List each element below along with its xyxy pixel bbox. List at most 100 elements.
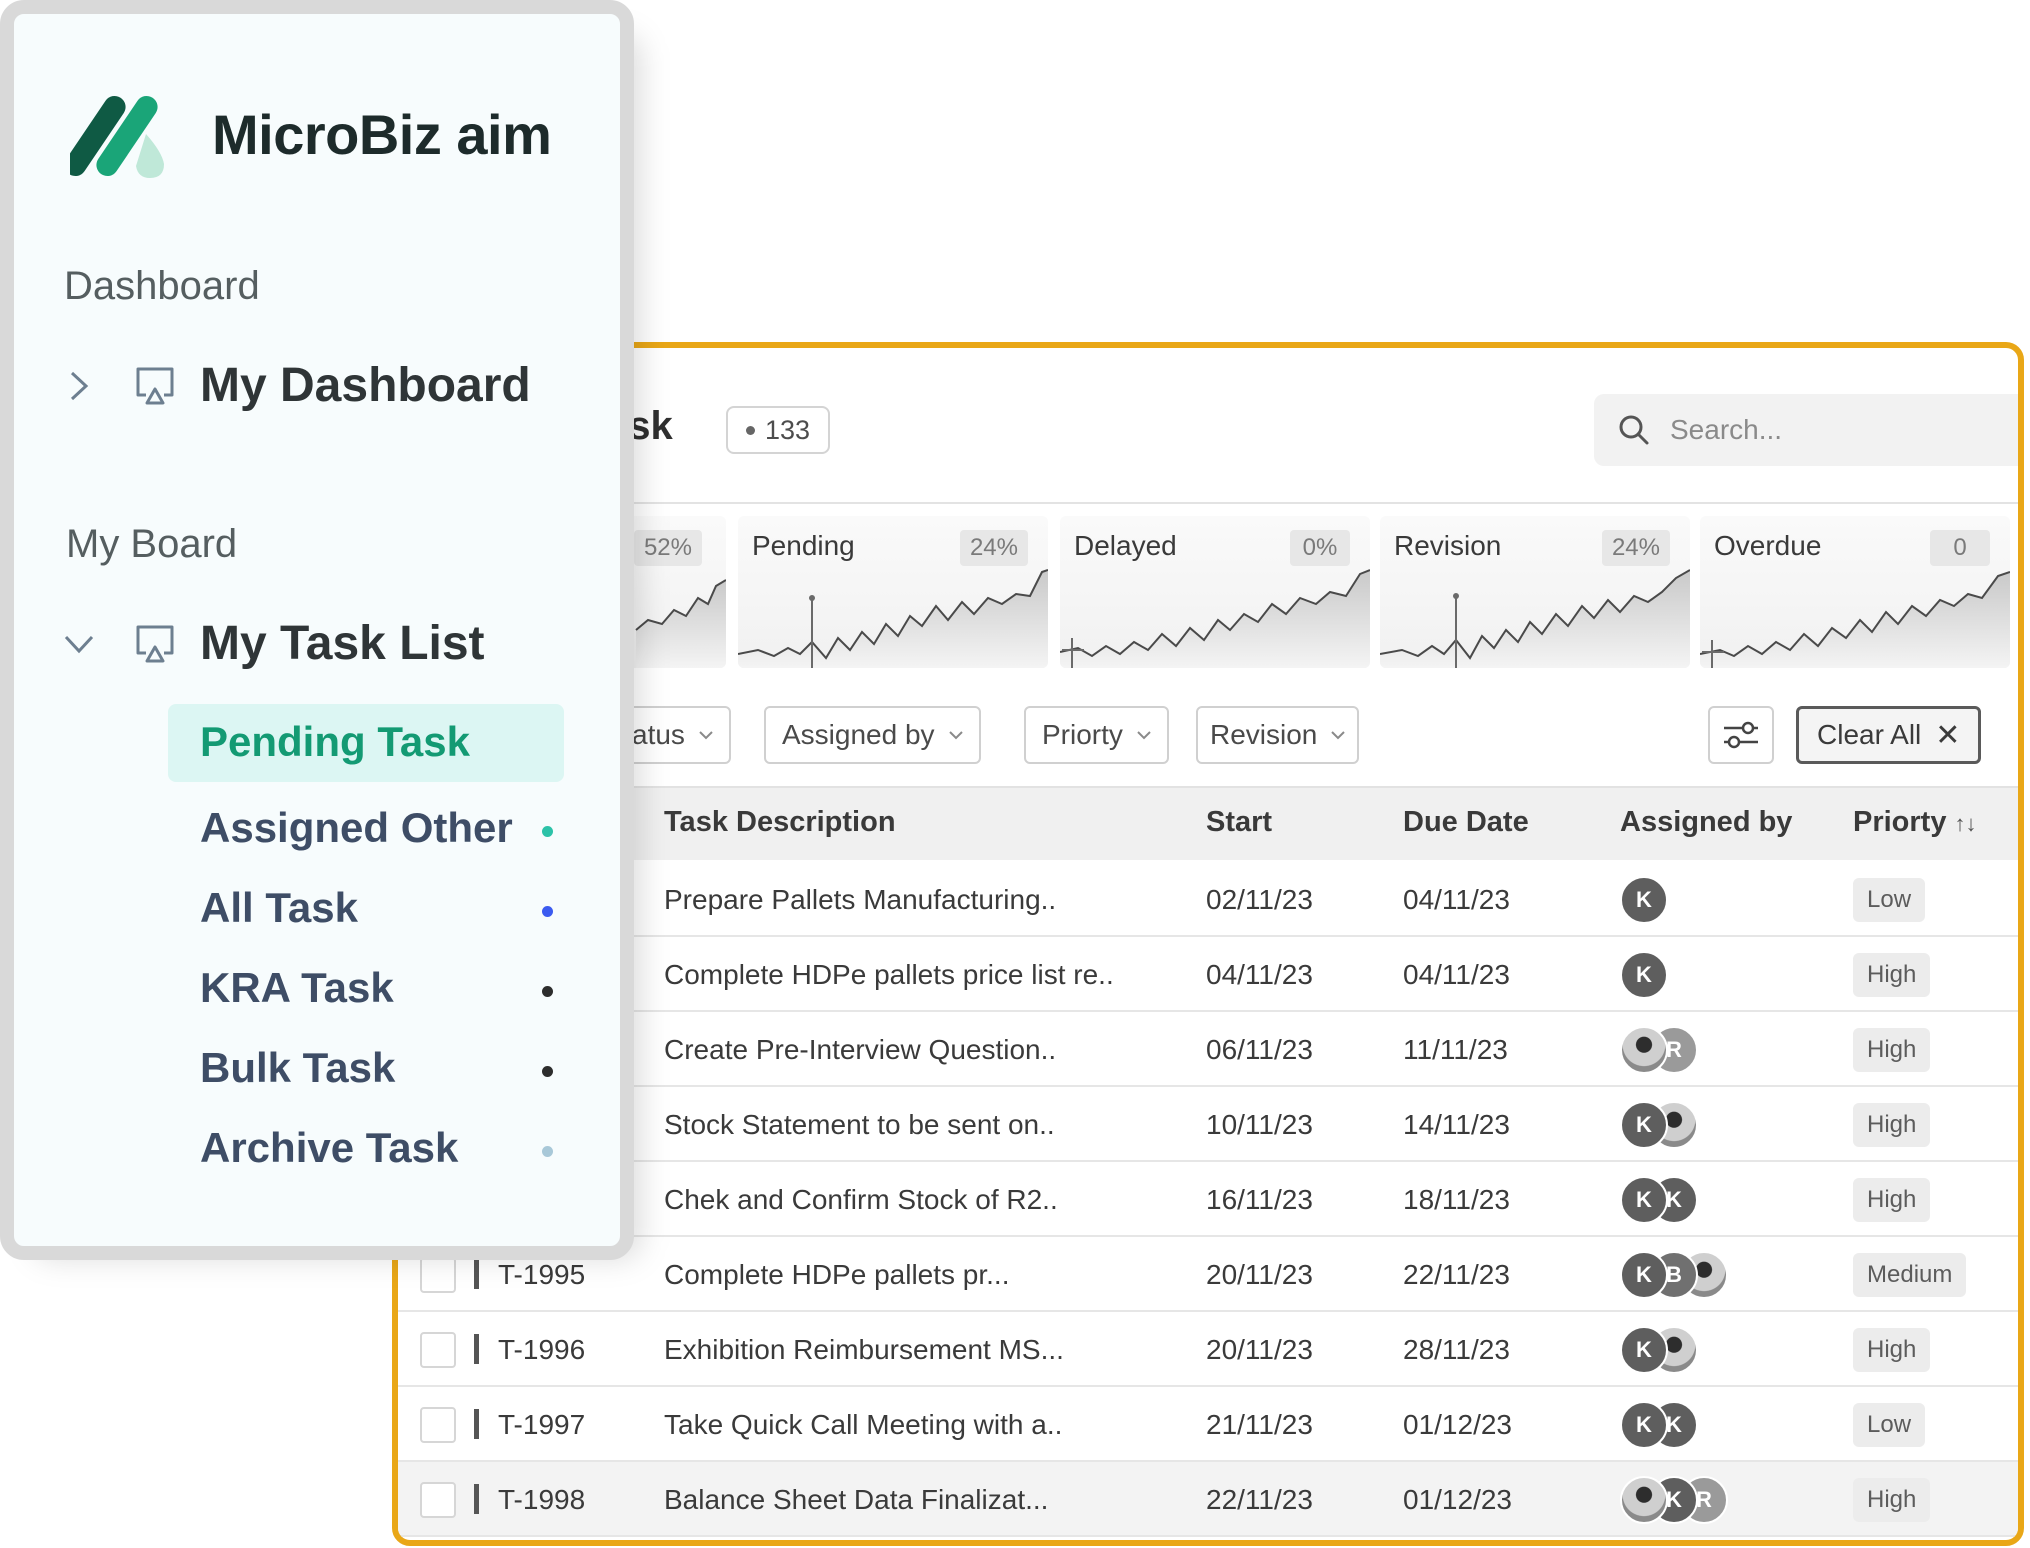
brand-name: MicroBiz aim bbox=[212, 103, 552, 166]
avatar-photo[interactable] bbox=[1620, 1026, 1668, 1074]
sparkline-chart bbox=[1700, 571, 2010, 668]
row-checkbox[interactable] bbox=[420, 1257, 456, 1293]
priority-badge: Low bbox=[1853, 1403, 1926, 1447]
task-id: T-1996 bbox=[498, 1334, 586, 1365]
filter-settings-button[interactable] bbox=[1708, 706, 1774, 764]
due-date: 01/12/23 bbox=[1403, 1484, 1512, 1515]
col-due-date[interactable]: Due Date bbox=[1403, 806, 1529, 839]
due-date: 01/12/23 bbox=[1403, 1409, 1512, 1440]
status-dot-icon bbox=[542, 1066, 553, 1077]
col-task-description[interactable]: Task Description bbox=[664, 806, 896, 839]
stat-card-revision[interactable]: Revision 24% bbox=[1380, 516, 1690, 668]
assignee-avatars[interactable]: R bbox=[1620, 1026, 1698, 1074]
task-description[interactable]: Create Pre-Interview Question.. bbox=[664, 1034, 1056, 1066]
sidebar-item-kra-task[interactable]: KRA Task bbox=[200, 964, 394, 1012]
revision-filter[interactable]: Revision bbox=[1196, 706, 1360, 764]
assignee-avatars[interactable]: K bbox=[1620, 876, 1668, 924]
sort-icon[interactable]: ↑↓ bbox=[1954, 811, 1976, 837]
table-row[interactable]: T-1997 Take Quick Call Meeting with a.. 21… bbox=[398, 1387, 2018, 1462]
task-description[interactable]: Exhibition Reimbursement MS... bbox=[664, 1334, 1064, 1366]
avatar[interactable]: K bbox=[1620, 1101, 1668, 1149]
search-placeholder: Search... bbox=[1670, 414, 1783, 445]
row-status-bar bbox=[474, 1484, 479, 1514]
task-description[interactable]: Take Quick Call Meeting with a.. bbox=[664, 1409, 1062, 1441]
priority-badge: High bbox=[1853, 1478, 1931, 1522]
due-date: 04/11/23 bbox=[1403, 959, 1510, 990]
nav-my-task-list[interactable]: My Task List bbox=[62, 616, 485, 671]
priority-filter-label: Priorty bbox=[1042, 719, 1123, 750]
microbiz-logo-icon bbox=[70, 95, 164, 178]
sparkline-chart bbox=[1380, 569, 1690, 668]
table-row[interactable]: T-1998 Balance Sheet Data Finalizat... 22/… bbox=[398, 1462, 2018, 1537]
sidebar-item-bulk-task[interactable]: Bulk Task bbox=[200, 1044, 395, 1092]
clear-all-button[interactable]: Clear All ✕ bbox=[1796, 706, 1982, 764]
close-icon: ✕ bbox=[1935, 718, 1961, 752]
assignee-avatars[interactable]: KK bbox=[1620, 1401, 1698, 1449]
due-date: 28/11/23 bbox=[1403, 1334, 1510, 1365]
sidebar-item-all-task[interactable]: All Task bbox=[200, 884, 358, 932]
status-dot-icon bbox=[542, 986, 553, 997]
due-date: 11/11/23 bbox=[1403, 1034, 1508, 1065]
row-checkbox[interactable] bbox=[420, 1332, 456, 1368]
task-id: T-1997 bbox=[498, 1409, 586, 1440]
avatar[interactable]: K bbox=[1620, 951, 1668, 999]
due-date: 04/11/23 bbox=[1403, 884, 1510, 915]
stat-card-pending[interactable]: Pending 24% bbox=[738, 516, 1048, 668]
avatar-photo[interactable] bbox=[1620, 1476, 1668, 1524]
task-description[interactable]: Balance Sheet Data Finalizat... bbox=[664, 1484, 1048, 1516]
priority-filter[interactable]: Priorty bbox=[1024, 706, 1169, 764]
chevron-right-icon[interactable] bbox=[62, 369, 96, 403]
avatar[interactable]: K bbox=[1620, 1251, 1668, 1299]
revision-filter-label: Revision bbox=[1210, 719, 1318, 750]
start-date: 02/11/23 bbox=[1206, 884, 1313, 915]
task-description[interactable]: Stock Statement to be sent on.. bbox=[664, 1109, 1055, 1141]
task-id: T-1995 bbox=[498, 1259, 586, 1290]
assigned-by-filter[interactable]: Assigned by bbox=[764, 706, 981, 764]
assignee-avatars[interactable]: KB bbox=[1620, 1251, 1728, 1299]
table-row[interactable]: T-1995 Complete HDPe pallets pr... 20/11/2… bbox=[398, 1237, 2018, 1312]
stat-card-overdue[interactable]: Overdue 0 bbox=[1700, 516, 2010, 668]
avatar[interactable]: K bbox=[1620, 1401, 1668, 1449]
avatar[interactable]: K bbox=[1620, 1176, 1668, 1224]
assignee-avatars[interactable]: K bbox=[1620, 1101, 1698, 1149]
priority-badge: High bbox=[1853, 1103, 1931, 1147]
assignee-avatars[interactable]: K bbox=[1620, 1326, 1698, 1374]
screen-cast-icon bbox=[136, 367, 174, 404]
due-date: 22/11/23 bbox=[1403, 1259, 1510, 1290]
task-description[interactable]: Chek and Confirm Stock of R2.. bbox=[664, 1184, 1058, 1216]
sidebar-item-archive-task[interactable]: Archive Task bbox=[200, 1124, 458, 1172]
table-row[interactable]: T-1996 Exhibition Reimbursement MS... 20/1… bbox=[398, 1312, 2018, 1387]
start-date: 16/11/23 bbox=[1206, 1184, 1313, 1215]
assignee-avatars[interactable]: KR bbox=[1620, 1476, 1728, 1524]
status-dot-icon bbox=[542, 906, 553, 917]
row-status-bar bbox=[474, 1334, 479, 1364]
assignee-avatars[interactable]: K bbox=[1620, 951, 1668, 999]
sidebar-item-pending-task[interactable]: Pending Task bbox=[200, 718, 470, 766]
sidebar-item-assigned-other[interactable]: Assigned Other bbox=[200, 804, 513, 852]
col-assigned-by[interactable]: Assigned by bbox=[1620, 806, 1792, 839]
avatar[interactable]: K bbox=[1620, 876, 1668, 924]
task-description[interactable]: Prepare Pallets Manufacturing.. bbox=[664, 884, 1056, 916]
search-input[interactable]: Search... bbox=[1594, 394, 2018, 466]
search-icon bbox=[1619, 415, 1649, 445]
start-date: 10/11/23 bbox=[1206, 1109, 1313, 1140]
col-priority[interactable]: Priorty ↑↓ bbox=[1853, 806, 1976, 839]
col-start[interactable]: Start bbox=[1206, 806, 1272, 839]
assignee-avatars[interactable]: KK bbox=[1620, 1176, 1698, 1224]
row-checkbox[interactable] bbox=[420, 1407, 456, 1443]
avatar[interactable]: K bbox=[1620, 1326, 1668, 1374]
row-checkbox[interactable] bbox=[420, 1482, 456, 1518]
sparkline-chart bbox=[738, 569, 1048, 668]
task-description[interactable]: Complete HDPe pallets pr... bbox=[664, 1259, 1010, 1291]
nav-my-dashboard[interactable]: My Dashboard bbox=[62, 358, 531, 413]
row-status-bar bbox=[474, 1259, 479, 1289]
row-status-bar bbox=[474, 1409, 479, 1439]
start-date: 06/11/23 bbox=[1206, 1034, 1313, 1065]
priority-badge: Medium bbox=[1853, 1253, 1967, 1297]
priority-badge: High bbox=[1853, 953, 1931, 997]
task-description[interactable]: Complete HDPe pallets price list re.. bbox=[664, 959, 1114, 991]
chevron-down-icon[interactable] bbox=[62, 627, 96, 661]
stat-card-delayed[interactable]: Delayed 0% bbox=[1060, 516, 1370, 668]
chevron-down-icon bbox=[1137, 731, 1151, 740]
section-my-board: My Board bbox=[66, 522, 238, 566]
